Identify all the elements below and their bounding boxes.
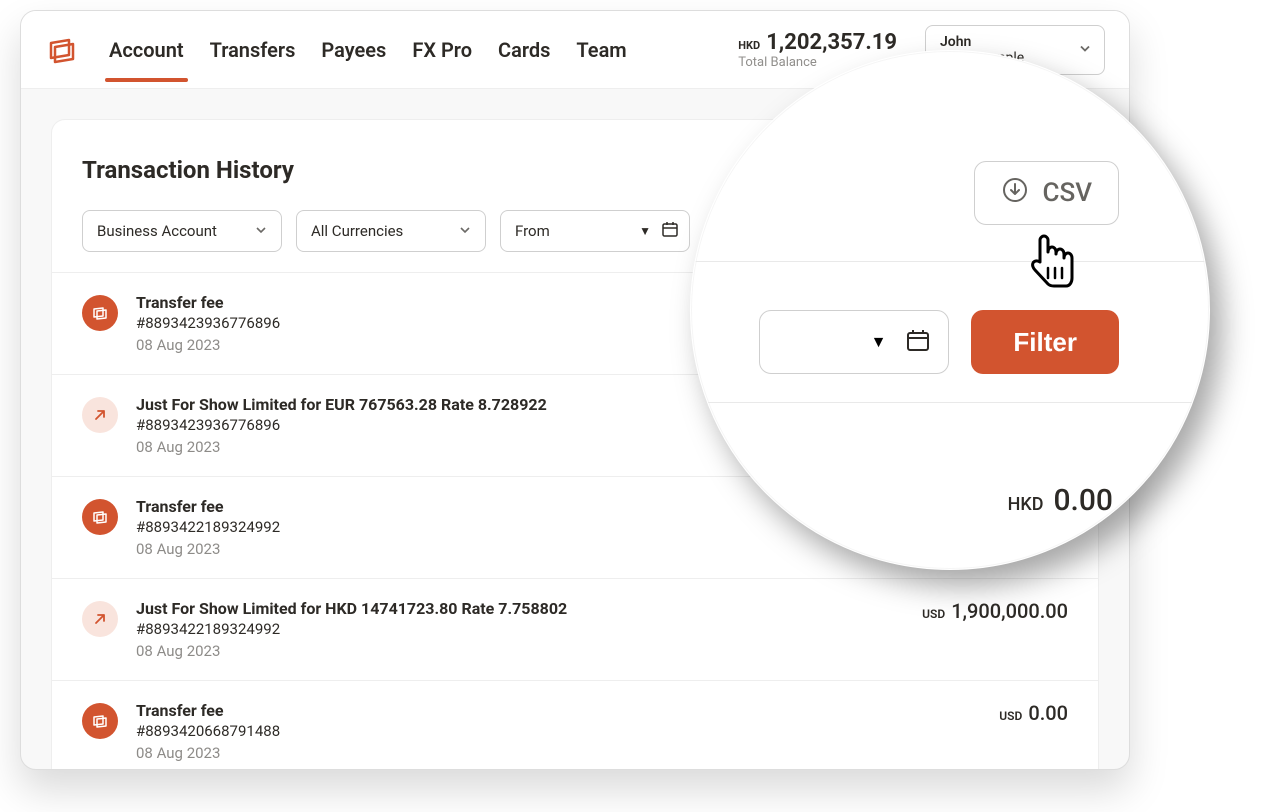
fee-icon bbox=[82, 499, 118, 535]
transaction-row[interactable]: Transfer fee #8893420668791488 08 Aug 20… bbox=[52, 681, 1098, 770]
tx-amount: USD 1,900,000.00 bbox=[922, 599, 1068, 623]
nav-cards[interactable]: Cards bbox=[496, 18, 552, 82]
tx-amount-ccy: USD bbox=[999, 709, 1022, 723]
tx-amount-value: 0.00 bbox=[1028, 701, 1068, 725]
chevron-down-icon bbox=[255, 222, 267, 240]
outgoing-icon bbox=[82, 397, 118, 433]
cursor-pointer-icon bbox=[1024, 228, 1080, 296]
nav: Account Transfers Payees FX Pro Cards Te… bbox=[107, 18, 629, 82]
balance-amount: 1,202,357.19 bbox=[766, 30, 897, 55]
download-icon bbox=[1001, 176, 1029, 211]
tx-date: 08 Aug 2023 bbox=[136, 642, 904, 660]
currency-dropdown[interactable]: All Currencies bbox=[296, 210, 486, 252]
mag-amount-value: 0.00 bbox=[1054, 483, 1114, 518]
dropdown-triangle-icon: ▼ bbox=[871, 332, 887, 352]
fee-icon bbox=[82, 295, 118, 331]
outgoing-icon bbox=[82, 601, 118, 637]
chevron-down-icon bbox=[1078, 40, 1092, 59]
balance-currency: HKD bbox=[738, 39, 760, 52]
nav-team[interactable]: Team bbox=[574, 18, 628, 82]
magnifier-amount: HKD 0.00 bbox=[727, 483, 1173, 518]
tx-amount-ccy: USD bbox=[922, 607, 945, 621]
calendar-icon bbox=[904, 326, 932, 358]
tx-date: 08 Aug 2023 bbox=[136, 744, 981, 762]
date-from-input[interactable]: From ▼ bbox=[500, 210, 690, 252]
logo-icon bbox=[45, 33, 79, 67]
fee-icon bbox=[82, 703, 118, 739]
account-dropdown[interactable]: Business Account bbox=[82, 210, 282, 252]
csv-label: CSV bbox=[1043, 178, 1093, 208]
transaction-row[interactable]: Just For Show Limited for HKD 14741723.8… bbox=[52, 579, 1098, 681]
tx-reference: #8893422189324992 bbox=[136, 620, 904, 638]
nav-payees[interactable]: Payees bbox=[319, 18, 388, 82]
date-from-label: From bbox=[515, 222, 550, 240]
account-dropdown-label: Business Account bbox=[97, 222, 217, 240]
tx-amount-value: 1,900,000.00 bbox=[951, 599, 1068, 623]
tx-amount: USD 0.00 bbox=[999, 701, 1068, 725]
magnifier-overlay: CSV ▼ Filter HKD 0.00 bbox=[690, 50, 1210, 570]
filter-button[interactable]: Filter bbox=[971, 310, 1119, 374]
user-name: John bbox=[940, 34, 1066, 50]
tx-title: Transfer fee bbox=[136, 701, 981, 720]
dropdown-triangle-icon: ▼ bbox=[639, 224, 651, 238]
tx-reference: #8893420668791488 bbox=[136, 722, 981, 740]
nav-fxpro[interactable]: FX Pro bbox=[410, 18, 474, 82]
mag-amount-ccy: HKD bbox=[1008, 494, 1044, 515]
tx-title: Just For Show Limited for HKD 14741723.8… bbox=[136, 599, 904, 618]
calendar-icon bbox=[661, 220, 679, 242]
chevron-down-icon bbox=[459, 222, 471, 240]
date-to-input[interactable]: ▼ bbox=[759, 310, 949, 374]
currency-dropdown-label: All Currencies bbox=[311, 222, 403, 240]
csv-export-button[interactable]: CSV bbox=[974, 161, 1120, 225]
nav-transfers[interactable]: Transfers bbox=[208, 18, 298, 82]
nav-account[interactable]: Account bbox=[107, 18, 186, 82]
